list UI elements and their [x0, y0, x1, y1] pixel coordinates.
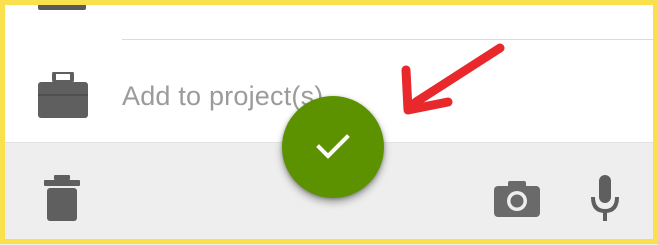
briefcase-icon: [38, 72, 88, 118]
save-fab-button[interactable]: [282, 96, 384, 198]
field-divider: [122, 39, 658, 40]
add-to-project-label: Add to project(s): [122, 81, 324, 111]
trash-icon[interactable]: [44, 175, 80, 221]
partial-icon-top: [38, 0, 86, 10]
microphone-icon[interactable]: [590, 175, 620, 223]
red-arrow-annotation: [401, 43, 505, 115]
check-icon: [316, 134, 350, 159]
camera-icon[interactable]: [494, 181, 540, 217]
